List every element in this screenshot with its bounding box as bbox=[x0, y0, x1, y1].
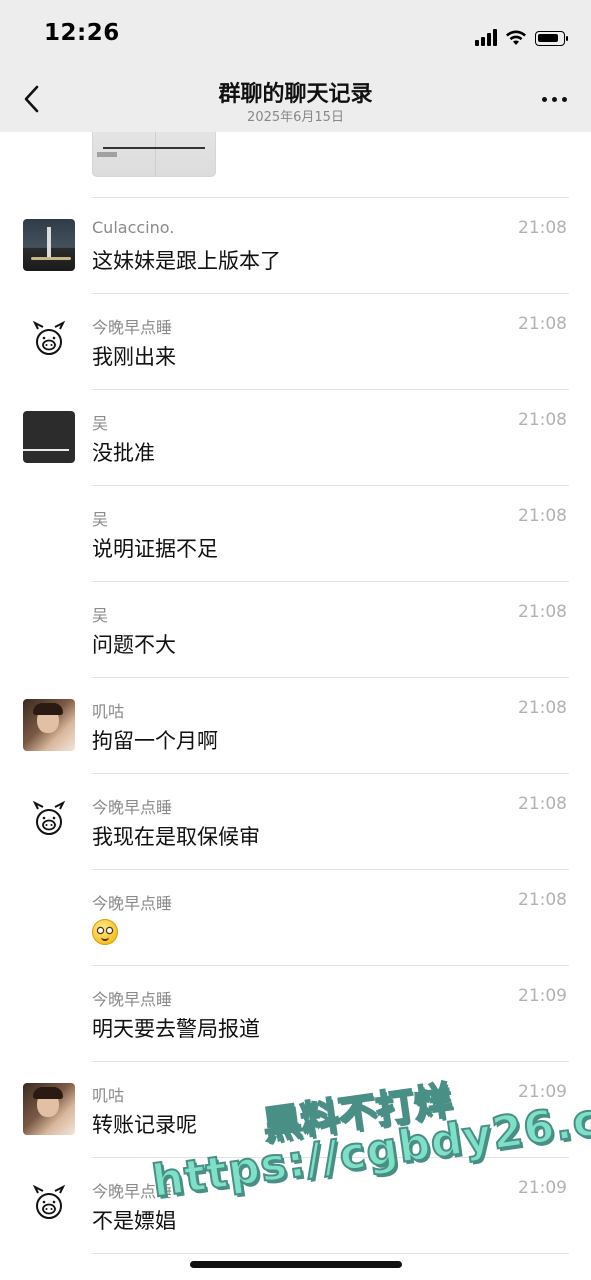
pig-face-icon bbox=[32, 1184, 66, 1219]
divider bbox=[92, 965, 569, 966]
message-row[interactable]: 叽咕 21:09 转账记录呢 bbox=[0, 1061, 591, 1157]
message-row[interactable]: 叽咕 21:08 拘留一个月啊 bbox=[0, 677, 591, 773]
divider bbox=[92, 773, 569, 774]
message-text: 说明证据不足 bbox=[92, 537, 218, 561]
more-options-icon[interactable] bbox=[542, 97, 567, 102]
pig-avatar[interactable] bbox=[23, 315, 75, 367]
message-time: 21:08 bbox=[518, 794, 567, 814]
wifi-icon bbox=[506, 30, 526, 45]
status-bar: 12:26 bbox=[0, 0, 591, 66]
sender-name: 今晚早点睡 bbox=[92, 318, 173, 337]
message-row[interactable]: 今晚早点睡 21:08 我现在是取保候审 bbox=[0, 773, 591, 869]
divider bbox=[92, 389, 569, 390]
divider bbox=[92, 485, 569, 486]
battery-icon bbox=[535, 31, 568, 46]
divider bbox=[92, 1061, 569, 1062]
pig-face-icon bbox=[32, 320, 66, 355]
sender-name: 今晚早点睡 bbox=[92, 798, 173, 817]
message-row[interactable]: 吴 21:08 问题不大 bbox=[0, 581, 591, 677]
divider bbox=[92, 1253, 569, 1254]
page-title: 群聊的聊天记录 bbox=[218, 82, 373, 107]
nav-bar: 群聊的聊天记录 2025年6月15日 bbox=[0, 66, 591, 132]
sender-name: 今晚早点睡 bbox=[92, 894, 173, 913]
message-text: 明天要去警局报道 bbox=[92, 1017, 260, 1041]
pig-face-icon bbox=[32, 800, 66, 835]
person-avatar[interactable] bbox=[23, 1083, 75, 1135]
message-time: 21:09 bbox=[518, 1082, 567, 1102]
message-text: 不是嫖娼 bbox=[92, 1209, 176, 1233]
divider bbox=[92, 869, 569, 870]
sender-name: 吴 bbox=[92, 414, 109, 433]
sender-name: 叽咕 bbox=[92, 1086, 125, 1105]
road-avatar[interactable] bbox=[23, 219, 75, 271]
divider bbox=[92, 293, 569, 294]
message-row[interactable]: 今晚早点睡 21:09 不是嫖娼 bbox=[0, 1157, 591, 1253]
message-text: 这妹妹是跟上版本了 bbox=[92, 249, 281, 273]
divider bbox=[92, 581, 569, 582]
sender-name: 今晚早点睡 bbox=[92, 1182, 173, 1201]
message-time: 21:08 bbox=[518, 506, 567, 526]
message-row[interactable]: 今晚早点睡 21:08 bbox=[0, 869, 591, 965]
message-text: 问题不大 bbox=[92, 633, 176, 657]
page-subtitle: 2025年6月15日 bbox=[247, 110, 344, 125]
dark-avatar[interactable] bbox=[23, 411, 75, 463]
person-avatar[interactable] bbox=[23, 699, 75, 751]
divider bbox=[92, 197, 569, 198]
message-time: 21:09 bbox=[518, 1178, 567, 1198]
status-icons bbox=[475, 26, 568, 46]
sender-name: Culaccino. bbox=[92, 218, 175, 237]
message-time: 21:08 bbox=[518, 314, 567, 334]
message-list: Culaccino. 21:08 这妹妹是跟上版本了 今晚早点睡 21:08 我… bbox=[0, 197, 591, 1273]
smiling-face-icon bbox=[92, 919, 118, 945]
sender-name: 今晚早点睡 bbox=[92, 990, 173, 1009]
divider bbox=[92, 1157, 569, 1158]
message-text: 没批准 bbox=[92, 441, 155, 465]
message-text: 我现在是取保候审 bbox=[92, 825, 260, 849]
message-time: 21:08 bbox=[518, 218, 567, 238]
message-text: 转账记录呢 bbox=[92, 1113, 197, 1137]
sender-name: 吴 bbox=[92, 606, 109, 625]
pig-avatar[interactable] bbox=[23, 1179, 75, 1231]
sender-name: 吴 bbox=[92, 510, 109, 529]
pig-avatar[interactable] bbox=[23, 795, 75, 847]
divider bbox=[92, 677, 569, 678]
status-time: 12:26 bbox=[44, 20, 120, 46]
image-message-preview[interactable] bbox=[92, 132, 216, 177]
sender-name: 叽咕 bbox=[92, 702, 125, 721]
message-time: 21:08 bbox=[518, 602, 567, 622]
message-time: 21:08 bbox=[518, 890, 567, 910]
message-text: 我刚出来 bbox=[92, 345, 176, 369]
message-row[interactable]: 吴 21:08 没批准 bbox=[0, 389, 591, 485]
message-row[interactable]: Culaccino. 21:08 这妹妹是跟上版本了 bbox=[0, 197, 591, 293]
message-time: 21:08 bbox=[518, 410, 567, 430]
cellular-signal-icon bbox=[475, 29, 497, 46]
message-row[interactable]: 吴 21:08 说明证据不足 bbox=[0, 485, 591, 581]
message-row[interactable]: 今晚早点睡 21:09 明天要去警局报道 bbox=[0, 965, 591, 1061]
message-time: 21:08 bbox=[518, 698, 567, 718]
message-text: 拘留一个月啊 bbox=[92, 729, 218, 753]
message-row[interactable]: 今晚早点睡 21:08 我刚出来 bbox=[0, 293, 591, 389]
home-indicator[interactable] bbox=[190, 1261, 402, 1268]
message-time: 21:09 bbox=[518, 986, 567, 1006]
